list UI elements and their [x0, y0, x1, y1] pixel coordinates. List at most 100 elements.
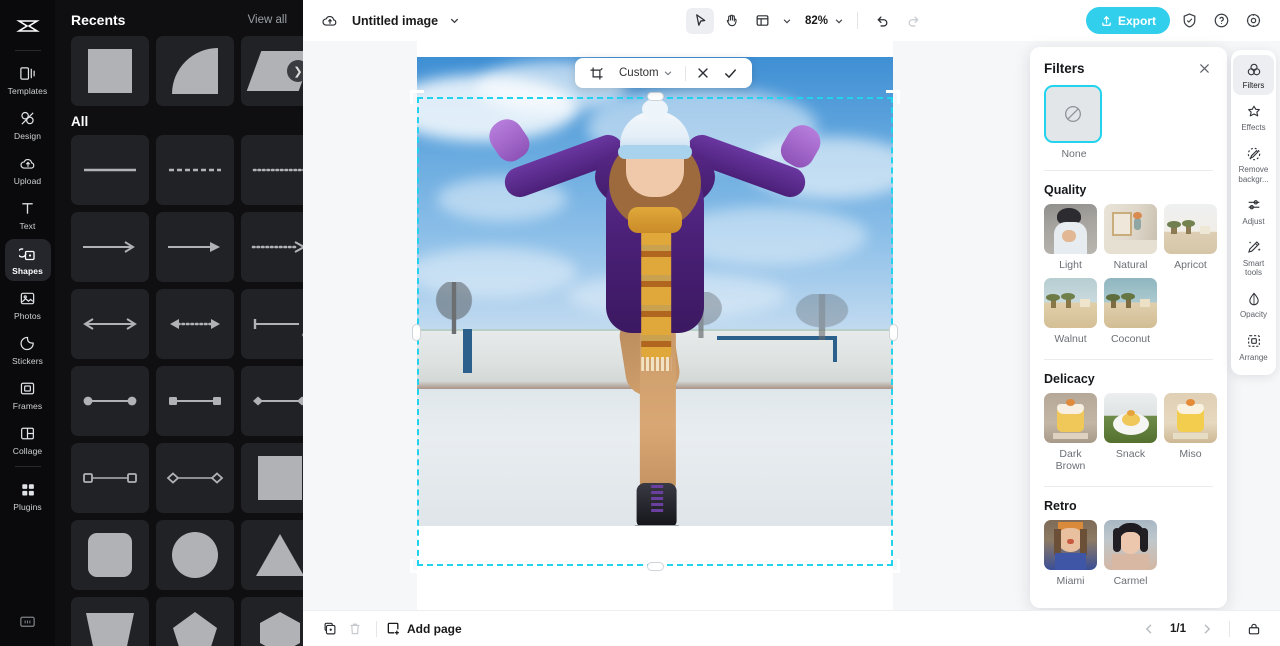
shape-rectangle[interactable]	[241, 443, 303, 513]
shape-dotted-double-arrow[interactable]	[156, 289, 234, 359]
filter-natural[interactable]: Natural	[1104, 204, 1157, 271]
shape-hollow-diamond-endpoint-line[interactable]	[156, 443, 234, 513]
lock-button[interactable]	[1241, 616, 1266, 641]
shape-arrow-line[interactable]	[71, 212, 149, 282]
sidebar-item-plugins[interactable]: Plugins	[5, 475, 51, 517]
crop-handle-right[interactable]	[889, 323, 898, 341]
shape-trapezoid[interactable]	[71, 597, 149, 646]
filter-label: None	[1061, 148, 1087, 160]
zoom-level-value[interactable]: 82%	[805, 15, 828, 27]
chevron-down-icon[interactable]	[447, 14, 461, 28]
filter-apricot[interactable]: Apricot	[1164, 204, 1217, 271]
sidebar-label: Upload	[13, 176, 42, 186]
tool-remove-background[interactable]: Remove backgr...	[1233, 139, 1274, 188]
templates-icon	[18, 64, 37, 83]
sidebar-item-upload[interactable]: Upload	[5, 149, 51, 191]
crop-cancel-button[interactable]	[692, 62, 714, 84]
app-logo-icon[interactable]	[14, 12, 42, 40]
redo-button[interactable]	[899, 8, 927, 34]
sidebar-item-shapes[interactable]: Shapes	[4, 239, 51, 281]
no-filter-icon[interactable]	[1044, 85, 1102, 143]
filter-thumbnail	[1104, 393, 1157, 443]
document-title[interactable]: Untitled image	[352, 14, 438, 28]
shape-hexagon[interactable]	[241, 597, 303, 646]
crop-handle-top[interactable]	[647, 92, 664, 101]
sidebar-label: Collage	[12, 446, 43, 456]
cloud-save-icon[interactable]	[317, 8, 343, 34]
shape-circle-endpoint-line[interactable]	[71, 366, 149, 436]
filter-light[interactable]: Light	[1044, 204, 1097, 271]
shape-rounded-rectangle[interactable]	[71, 520, 149, 590]
shape-square[interactable]	[71, 36, 149, 106]
shape-hollow-square-endpoint-line[interactable]	[71, 443, 149, 513]
chevron-right-icon[interactable]: ❯	[287, 60, 303, 82]
crop-ratio-select[interactable]: Custom	[613, 64, 679, 82]
undo-button[interactable]	[868, 8, 896, 34]
tool-label: Smart tools	[1242, 258, 1265, 278]
filter-miami[interactable]: Miami	[1044, 520, 1097, 587]
hand-tool-button[interactable]	[717, 8, 745, 34]
sidebar-item-photos[interactable]: Photos	[5, 284, 51, 326]
tool-smart-tools[interactable]: Smart tools	[1233, 233, 1274, 282]
close-icon[interactable]	[1195, 59, 1213, 77]
zoom-chevron-down-icon[interactable]	[831, 8, 847, 34]
layout-chevron-down-icon[interactable]	[779, 8, 794, 34]
crop-icon[interactable]	[585, 62, 607, 84]
filter-dark-brown[interactable]: Dark Brown	[1044, 393, 1097, 472]
sidebar-item-collage[interactable]: Collage	[5, 419, 51, 461]
crop-confirm-button[interactable]	[720, 62, 742, 84]
filter-miso[interactable]: Miso	[1164, 393, 1217, 472]
layout-tool-button[interactable]	[748, 8, 776, 34]
shield-icon[interactable]	[1176, 8, 1202, 34]
select-tool-button[interactable]	[686, 7, 714, 34]
add-page-button[interactable]: Add page	[386, 621, 462, 636]
tool-opacity[interactable]: Opacity	[1233, 284, 1274, 324]
workspace-icon[interactable]	[5, 604, 51, 638]
shape-solid-line[interactable]	[71, 135, 149, 205]
delete-page-button[interactable]	[342, 616, 367, 641]
sidebar-item-text[interactable]: Text	[5, 194, 51, 236]
shape-solid-arrow-line[interactable]	[156, 212, 234, 282]
crop-handle-bottom-left[interactable]	[410, 559, 424, 573]
tool-filters[interactable]: Filters	[1233, 55, 1274, 96]
filter-walnut[interactable]: Walnut	[1044, 278, 1097, 345]
crop-handle-bottom-right[interactable]	[886, 559, 900, 573]
filter-none[interactable]: None	[1044, 85, 1104, 160]
prev-page-button[interactable]	[1138, 618, 1160, 640]
filter-coconut[interactable]: Coconut	[1104, 278, 1157, 345]
tool-adjust[interactable]: Adjust	[1233, 191, 1274, 231]
crop-toolbar: Custom	[575, 58, 752, 88]
tool-arrange[interactable]: Arrange	[1233, 327, 1274, 367]
shape-diamond-endpoint-line[interactable]	[241, 366, 303, 436]
sidebar-item-frames[interactable]: Frames	[5, 374, 51, 416]
filter-carmel[interactable]: Carmel	[1104, 520, 1157, 587]
sidebar-item-design[interactable]: Design	[5, 104, 51, 146]
crop-handle-top-right[interactable]	[886, 90, 900, 104]
shape-circle[interactable]	[156, 520, 234, 590]
filter-snack[interactable]: Snack	[1104, 393, 1157, 472]
quarter-circle-glyph	[172, 48, 218, 94]
crop-handle-bottom[interactable]	[647, 562, 664, 571]
sidebar-item-templates[interactable]: Templates	[5, 59, 51, 101]
duplicate-page-button[interactable]	[317, 616, 342, 641]
shape-triangle[interactable]	[241, 520, 303, 590]
shape-dashed-line[interactable]	[156, 135, 234, 205]
crop-handle-top-left[interactable]	[410, 90, 424, 104]
panel-collapse-handle[interactable]: ❮	[299, 310, 303, 358]
view-all-link[interactable]: View all	[248, 14, 287, 26]
shape-quarter-circle[interactable]	[156, 36, 234, 106]
crop-handle-left[interactable]	[412, 323, 421, 341]
shape-double-arrow-line[interactable]	[71, 289, 149, 359]
shape-dimension-line[interactable]	[241, 289, 303, 359]
rail-divider	[14, 50, 41, 51]
shape-pentagon[interactable]	[156, 597, 234, 646]
help-circle-icon[interactable]	[1208, 8, 1234, 34]
shape-dotted-line[interactable]	[241, 135, 303, 205]
sidebar-item-stickers[interactable]: Stickers	[5, 329, 51, 371]
tool-effects[interactable]: Effects	[1233, 97, 1274, 137]
gear-icon[interactable]	[1240, 8, 1266, 34]
shape-dotted-arrow-line[interactable]	[241, 212, 303, 282]
export-button[interactable]: Export	[1085, 7, 1170, 34]
shape-square-endpoint-line[interactable]	[156, 366, 234, 436]
next-page-button[interactable]	[1196, 618, 1218, 640]
